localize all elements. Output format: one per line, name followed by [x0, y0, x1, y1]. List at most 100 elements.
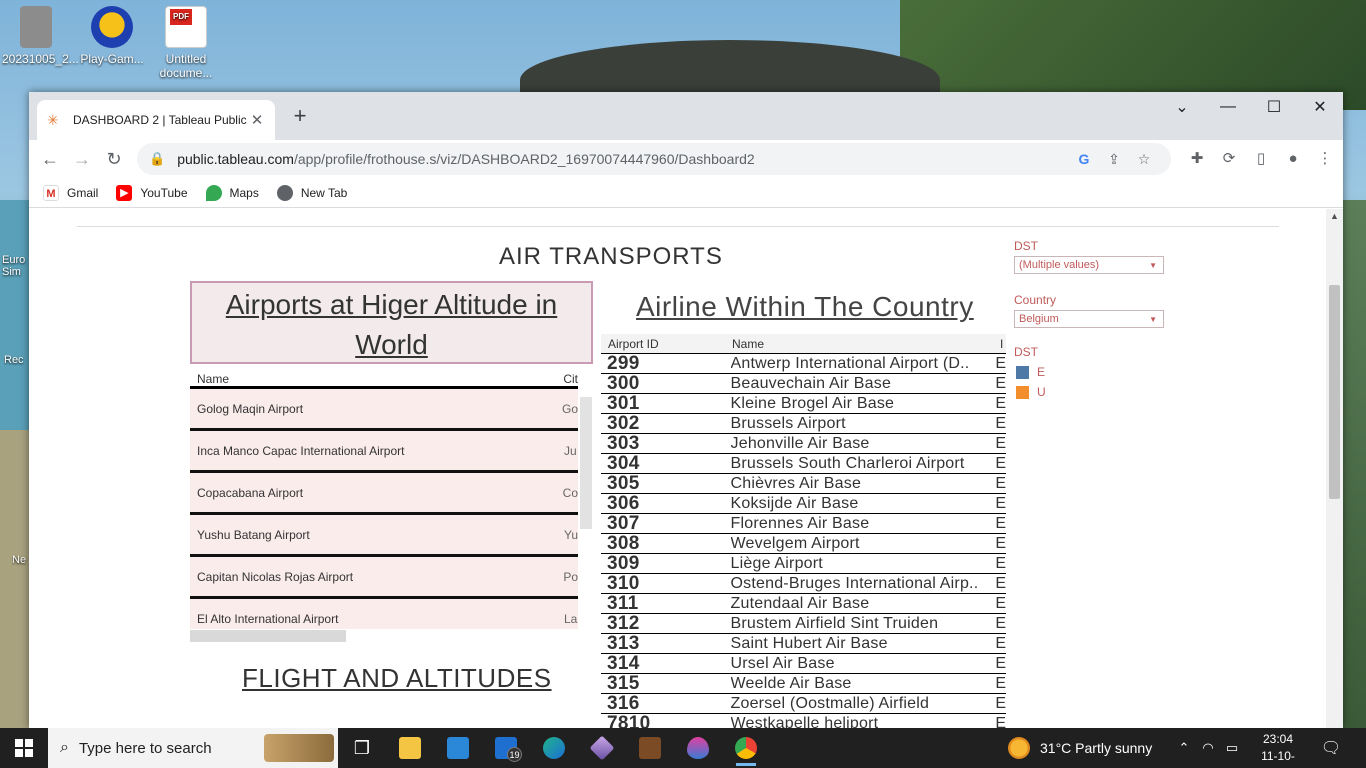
desktop-icon-label: Untitled docume... [159, 52, 213, 80]
cell-city: La [564, 611, 578, 626]
url-text[interactable]: public.tableau.com/app/profile/frothouse… [177, 151, 1069, 167]
youtube-icon: ▶ [116, 184, 133, 201]
table-row[interactable]: 300 Beauvechain Air Base E [601, 373, 1006, 394]
table-row[interactable]: 310 Ostend-Bruges International Airp.. E [601, 573, 1006, 594]
desktop-icon-label: 20231005_2... [2, 52, 79, 66]
battery-icon[interactable]: ▭ [1220, 740, 1244, 756]
desktop-icon-pdf[interactable]: Untitled docume... [152, 6, 220, 80]
table-row[interactable]: El Alto International Airport La [190, 599, 578, 629]
cell-name: Golog Maqin Airport [197, 401, 304, 416]
paint-app-button[interactable] [674, 728, 722, 768]
scrollbar-thumb[interactable] [580, 397, 592, 529]
cell-airport-id: 7810 [607, 712, 651, 729]
taskbar-clock[interactable]: 23:04 11-10-2023 [1248, 731, 1308, 768]
wifi-icon[interactable]: ◠ [1196, 740, 1220, 756]
profile-avatar-icon[interactable]: ● [1277, 146, 1309, 172]
cell-partial: E [995, 434, 1006, 452]
table-row[interactable]: 308 Wevelgem Airport E [601, 533, 1006, 554]
bookmark-maps[interactable]: Maps [205, 184, 259, 201]
side-panel-icon[interactable]: ▯ [1245, 146, 1277, 172]
scrollbar-thumb[interactable] [1329, 285, 1340, 499]
table-row[interactable]: 302 Brussels Airport E [601, 413, 1006, 434]
table-row[interactable]: 306 Koksijde Air Base E [601, 493, 1006, 514]
desktop-icon-label-partial[interactable]: Rec [4, 354, 29, 366]
table-row[interactable]: 301 Kleine Brogel Air Base E [601, 393, 1006, 414]
desktop-icon-play-games[interactable]: Play-Gam... [78, 6, 146, 66]
table-row[interactable]: 7810 Westkapelle heliport E [601, 712, 1006, 729]
game-app-button[interactable] [626, 728, 674, 768]
start-button[interactable] [0, 728, 48, 768]
google-lens-icon[interactable]: G [1069, 151, 1099, 167]
new-tab-button[interactable]: + [287, 104, 313, 130]
scroll-up-arrow-icon[interactable]: ▲ [1330, 211, 1339, 221]
bookmark-star-icon[interactable]: ☆ [1129, 151, 1159, 168]
table-row[interactable]: 312 Brustem Airfield Sint Truiden E [601, 613, 1006, 634]
table-row[interactable]: Copacabana Airport Co [190, 473, 578, 515]
microsoft-store-button[interactable] [434, 728, 482, 768]
table-row[interactable]: 316 Zoersel (Oostmalle) Airfield E [601, 693, 1006, 714]
table-row[interactable]: Yushu Batang Airport Yu [190, 515, 578, 557]
table-row[interactable]: 315 Weelde Air Base E [601, 673, 1006, 694]
tab-search-button[interactable]: ⌄ [1159, 92, 1205, 122]
extensions-puzzle-icon[interactable]: ✚ [1181, 146, 1213, 172]
table-row[interactable]: Golog Maqin Airport Go [190, 389, 578, 431]
minimize-button[interactable]: — [1205, 92, 1251, 122]
table-row[interactable]: 311 Zutendaal Air Base E [601, 593, 1006, 614]
dst-filter-dropdown[interactable]: (Multiple values) ▼ [1014, 256, 1164, 274]
share-icon[interactable]: ⇪ [1099, 151, 1129, 168]
column-header-name[interactable]: Name [190, 372, 563, 386]
task-view-button[interactable]: ❐ [338, 728, 386, 768]
table-horizontal-scrollbar[interactable] [190, 629, 578, 643]
table-row[interactable]: 304 Brussels South Charleroi Airport E [601, 453, 1006, 474]
mail-button[interactable]: 19 [482, 728, 530, 768]
maximize-button[interactable]: ☐ [1251, 92, 1297, 122]
page-vertical-scrollbar[interactable]: ▲ [1326, 209, 1343, 728]
weather-widget[interactable]: 31°C Partly sunny [1008, 728, 1152, 768]
address-bar[interactable]: 🔒 public.tableau.com/app/profile/frothou… [137, 143, 1171, 175]
table-row[interactable]: Capitan Nicolas Rojas Airport Po [190, 557, 578, 599]
desktop-icon-label-partial[interactable]: Ne [12, 554, 29, 566]
cell-name: Ostend-Bruges International Airp.. [730, 574, 979, 592]
cell-name: Brustem Airfield Sint Truiden [730, 614, 939, 632]
search-highlight-image[interactable] [264, 734, 334, 762]
close-window-button[interactable]: ✕ [1297, 92, 1343, 122]
back-button[interactable]: ← [37, 146, 63, 172]
desktop-icon-label-partial[interactable]: Euro Sim [2, 254, 28, 278]
country-filter-dropdown[interactable]: Belgium ▼ [1014, 310, 1164, 328]
table-row[interactable]: Inca Manco Capac International Airport J… [190, 431, 578, 473]
notification-icon[interactable]: 🗨 [1320, 738, 1342, 758]
table-row[interactable]: 314 Ursel Air Base E [601, 653, 1006, 674]
chevron-up-icon[interactable]: ⌃ [1172, 740, 1196, 756]
table-row[interactable]: 299 Antwerp International Airport (D.. E [601, 353, 1006, 374]
menu-kebab-icon[interactable]: ⋮ [1309, 146, 1341, 172]
bookmark-new-tab[interactable]: New Tab [276, 184, 347, 201]
column-header-city[interactable]: Cit [563, 372, 578, 386]
table-vertical-scrollbar[interactable] [578, 387, 593, 631]
reload-button[interactable]: ↻ [101, 146, 127, 172]
taskbar-search-box[interactable]: ⌕ Type here to search [48, 728, 338, 768]
column-header-airport-id[interactable]: Airport ID [601, 337, 732, 351]
gem-app-button[interactable] [578, 728, 626, 768]
column-header-name[interactable]: Name [732, 337, 1000, 351]
legend-item-e[interactable]: E [1014, 362, 1174, 382]
table-row[interactable]: 303 Jehonville Air Base E [601, 433, 1006, 454]
column-header-partial[interactable]: I [1000, 337, 1006, 351]
legend-item-u[interactable]: U [1014, 382, 1174, 402]
chrome-taskbar-button[interactable] [722, 728, 770, 768]
table-row[interactable]: 309 Liège Airport E [601, 553, 1006, 574]
extension-sync-icon[interactable]: ⟳ [1213, 146, 1245, 172]
scrollbar-thumb[interactable] [190, 630, 346, 642]
close-tab-icon[interactable]: ✕ [249, 111, 265, 129]
tab-tableau-dashboard[interactable]: ✳ DASHBOARD 2 | Tableau Public ✕ [37, 100, 275, 140]
file-explorer-button[interactable] [386, 728, 434, 768]
bookmark-gmail[interactable]: M Gmail [43, 184, 98, 201]
table-row[interactable]: 313 Saint Hubert Air Base E [601, 633, 1006, 654]
forward-button[interactable]: → [69, 146, 95, 172]
desktop-icon-file[interactable]: 20231005_2... [2, 6, 79, 66]
bookmark-youtube[interactable]: ▶ YouTube [116, 184, 188, 201]
partly-sunny-icon [1008, 737, 1030, 759]
edge-button[interactable] [530, 728, 578, 768]
table-row[interactable]: 307 Florennes Air Base E [601, 513, 1006, 534]
table-row[interactable]: 305 Chièvres Air Base E [601, 473, 1006, 494]
lock-icon[interactable]: 🔒 [149, 151, 165, 167]
